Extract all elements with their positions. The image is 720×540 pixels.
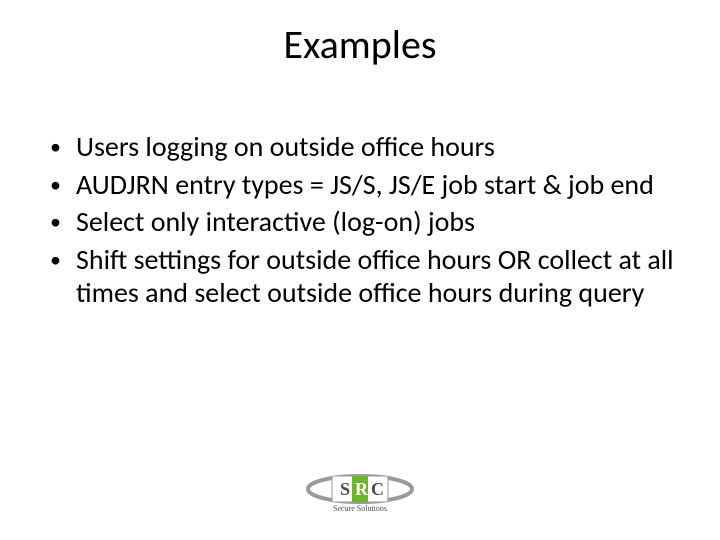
slide-body: Users logging on outside office hours AU…	[48, 130, 678, 314]
logo-letter-s: S	[340, 479, 350, 499]
bullet-list: Users logging on outside office hours AU…	[48, 130, 678, 310]
logo-letter-r: R	[355, 479, 369, 499]
bullet-text: Select only interactive (log-on) jobs	[76, 204, 475, 239]
list-item: AUDJRN entry types = JS/S, JS/E job star…	[48, 168, 678, 202]
logo-letter-c: C	[371, 479, 384, 499]
slide: Examples Users logging on outside office…	[0, 0, 720, 540]
slide-title: Examples	[0, 20, 720, 69]
logo-subtitle: Secure Solutions	[333, 504, 387, 513]
logo: S R C Secure Solutions	[300, 470, 420, 514]
logo-svg: S R C Secure Solutions	[300, 470, 420, 514]
list-item: Shift settings for outside office hours …	[48, 243, 678, 310]
bullet-text: Shift settings for outside office hours …	[76, 242, 674, 311]
list-item: Select only interactive (log-on) jobs	[48, 205, 678, 239]
bullet-text: Users logging on outside office hours	[76, 129, 495, 164]
bullet-text: AUDJRN entry types = JS/S, JS/E job star…	[76, 167, 654, 202]
list-item: Users logging on outside office hours	[48, 130, 678, 164]
